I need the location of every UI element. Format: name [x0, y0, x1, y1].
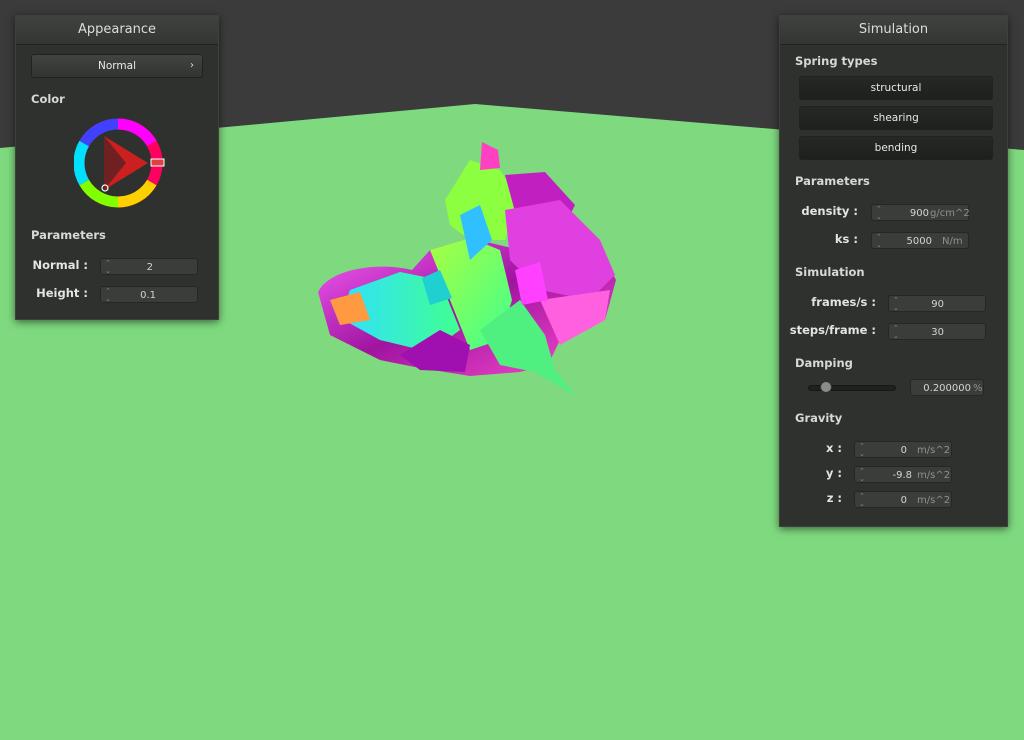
- bending-toggle-button[interactable]: bending: [799, 136, 993, 160]
- ks-input[interactable]: ⌃ ⌄ 5000 N/m: [871, 232, 969, 249]
- steps-per-frame-value: 30: [931, 327, 944, 338]
- ks-value: 5000: [906, 236, 932, 247]
- gravity-x-value: 0: [900, 445, 907, 456]
- gravity-z-unit: m/s^2: [917, 495, 951, 506]
- structural-toggle-button[interactable]: structural: [799, 76, 993, 100]
- density-value: 900: [909, 208, 929, 219]
- simulation-section-label: Simulation: [795, 265, 865, 279]
- damping-section-label: Damping: [795, 356, 853, 370]
- normal-value: 2: [146, 262, 153, 273]
- damping-unit: %: [973, 383, 983, 394]
- frames-per-second-input[interactable]: ⌃ ⌄ 90: [888, 295, 986, 312]
- density-label: density :: [801, 204, 858, 218]
- gravity-section-label: Gravity: [795, 411, 843, 425]
- color-section-label: Color: [31, 92, 65, 106]
- density-unit: g/cm^2: [930, 208, 970, 219]
- gravity-y-unit: m/s^2: [917, 470, 951, 481]
- height-value: 0.1: [140, 290, 156, 301]
- shearing-toggle-button[interactable]: shearing: [799, 106, 993, 130]
- chevron-right-icon: ›: [190, 60, 194, 71]
- ks-unit: N/m: [942, 236, 963, 247]
- normal-input[interactable]: ⌃ ⌄ 2: [100, 258, 198, 275]
- gravity-z-input[interactable]: ⌃ ⌄ 0 m/s^2: [854, 491, 952, 508]
- damping-slider-knob[interactable]: [819, 381, 832, 393]
- appearance-panel: Appearance Normal › Color Parameters Nor…: [15, 15, 219, 320]
- color-wheel[interactable]: [74, 118, 170, 214]
- ks-label: ks :: [834, 232, 858, 246]
- frames-per-second-label: frames/s :: [811, 295, 876, 309]
- appearance-panel-title[interactable]: Appearance: [16, 16, 218, 45]
- hue-selector-marker[interactable]: [150, 158, 165, 167]
- density-input[interactable]: ⌃ ⌄ 900 g/cm^2: [871, 204, 970, 221]
- simulation-panel: Simulation Spring types structural shear…: [779, 15, 1008, 527]
- steps-per-frame-input[interactable]: ⌃ ⌄ 30: [888, 323, 986, 340]
- shading-mode-popup-button[interactable]: Normal ›: [31, 54, 203, 78]
- sim-parameters-label: Parameters: [795, 174, 870, 188]
- gravity-z-value: 0: [900, 495, 907, 506]
- gravity-y-label: y :: [825, 466, 842, 480]
- gravity-x-input[interactable]: ⌃ ⌄ 0 m/s^2: [854, 441, 952, 458]
- height-label: Height :: [36, 286, 88, 300]
- gravity-x-unit: m/s^2: [917, 445, 951, 456]
- shading-mode-label: Normal: [98, 60, 136, 72]
- gravity-z-label: z :: [826, 491, 842, 505]
- gravity-x-label: x :: [825, 441, 842, 455]
- height-input[interactable]: ⌃ ⌄ 0.1: [100, 286, 198, 303]
- normal-label: Normal :: [32, 258, 88, 272]
- spring-types-label: Spring types: [795, 54, 878, 68]
- appearance-parameters-label: Parameters: [31, 228, 106, 242]
- simulation-panel-title[interactable]: Simulation: [780, 16, 1007, 45]
- steps-per-frame-label: steps/frame :: [789, 323, 876, 337]
- gravity-y-value: -9.8: [892, 470, 912, 481]
- frames-per-second-value: 90: [931, 299, 944, 310]
- damping-value: 0.200000: [923, 383, 971, 394]
- gravity-y-input[interactable]: ⌃ ⌄ -9.8 m/s^2: [854, 466, 952, 483]
- damping-input[interactable]: 0.200000 %: [910, 379, 984, 396]
